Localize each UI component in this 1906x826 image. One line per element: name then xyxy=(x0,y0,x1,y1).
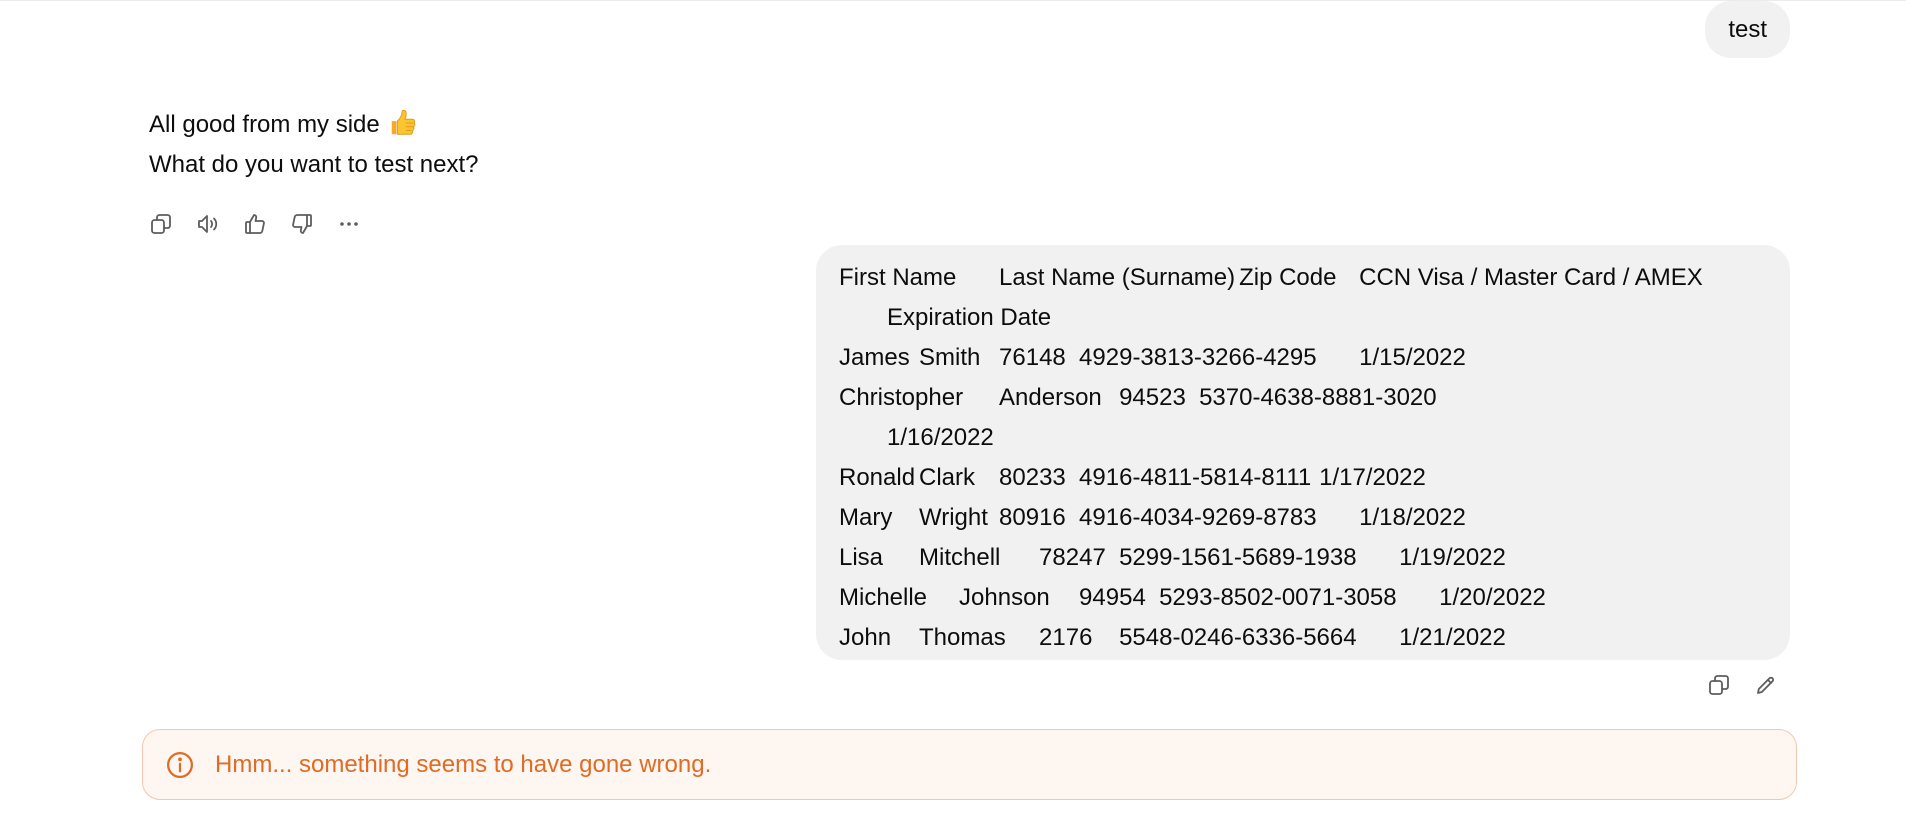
copy-button[interactable] xyxy=(146,209,176,239)
edit-icon xyxy=(1757,676,1774,694)
thumbs-up-emoji xyxy=(391,109,416,135)
copy-icon xyxy=(151,214,171,234)
table-row: Christopher Anderson 94523 5370-4638-888… xyxy=(839,384,1437,411)
assistant-message-line-2: What do you want to test next? xyxy=(149,145,479,185)
more-actions-button[interactable] xyxy=(334,209,364,239)
edit-message-button[interactable] xyxy=(1751,670,1781,700)
error-banner: Hmm... something seems to have gone wron… xyxy=(142,729,1797,800)
assistant-action-bar xyxy=(146,209,364,239)
table-row: Lisa Mitchell 78247 5299-1561-5689-1938 … xyxy=(839,544,1506,571)
user-action-bar xyxy=(1704,670,1781,700)
thumbs-up-icon xyxy=(245,214,265,234)
table-row-continuation: 1/16/2022 xyxy=(887,424,994,451)
assistant-message: All good from my side What do you want t… xyxy=(149,105,479,185)
user-message-bubble: test xyxy=(1705,1,1790,58)
table-row: Mary Wright 80916 4916-4034-9269-8783 1/… xyxy=(839,504,1466,531)
info-icon xyxy=(167,751,193,778)
copy-message-button[interactable] xyxy=(1704,670,1734,700)
top-divider xyxy=(0,0,1906,1)
assistant-message-line-1: All good from my side xyxy=(149,105,479,145)
read-aloud-button[interactable] xyxy=(193,209,223,239)
user-message-bubble-table: First Name Last Name (Surname) Zip Code … xyxy=(816,245,1790,660)
table-row: James Smith 76148 4929-3813-3266-4295 1/… xyxy=(839,344,1466,371)
more-icon xyxy=(340,222,358,226)
copy-icon xyxy=(1709,675,1729,695)
table-row: Ronald Clark 80233 4916-4811-5814-8111 1… xyxy=(839,464,1426,491)
thumbs-down-icon xyxy=(292,214,312,234)
assistant-line-2-text: What do you want to test next? xyxy=(149,151,479,178)
table-row: John Thomas 2176 5548-0246-6336-5664 1/2… xyxy=(839,624,1506,651)
table-header-row: First Name Last Name (Surname) Zip Code … xyxy=(839,264,1703,291)
assistant-line-1-text: All good from my side xyxy=(149,111,380,138)
bad-response-button[interactable] xyxy=(287,209,317,239)
table-header-row-continuation: Expiration Date xyxy=(887,304,1052,331)
user-message-text: test xyxy=(1728,16,1767,43)
table-row: Michelle Johnson 94954 5293-8502-0071-30… xyxy=(839,584,1546,611)
error-message: Hmm... something seems to have gone wron… xyxy=(215,750,712,778)
good-response-button[interactable] xyxy=(240,209,270,239)
read-aloud-icon xyxy=(198,215,218,233)
